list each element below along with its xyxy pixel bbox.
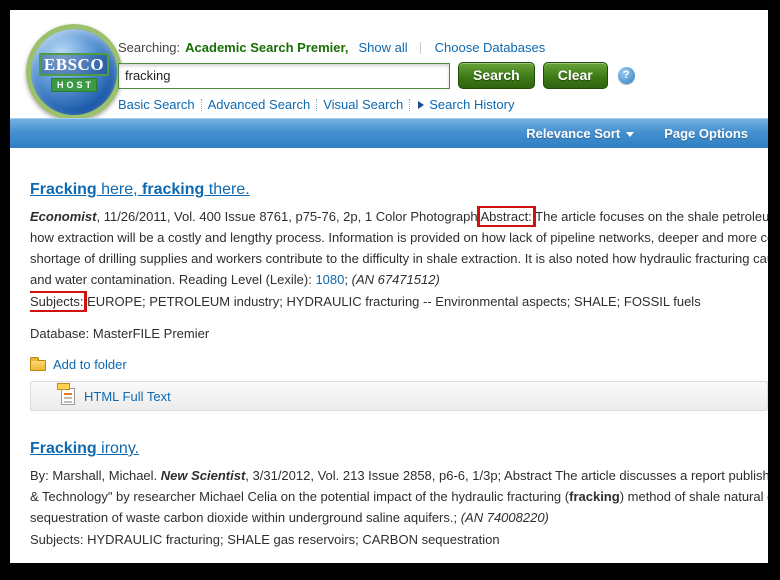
text-segment: shortage of drilling supplies and worker…	[30, 251, 768, 266]
divider	[420, 42, 421, 54]
result-item: Fracking irony. By: Marshall, Michael. N…	[30, 440, 768, 563]
ebsco-search-page: EBSCO HOST Searching: Academic Search Pr…	[10, 10, 768, 563]
basic-search-link[interactable]: Basic Search	[118, 97, 195, 112]
text-segment: ;	[344, 272, 351, 287]
add-to-folder-label: Add to folder	[53, 357, 127, 372]
divider	[201, 99, 202, 111]
text-segment: , 11/26/2011, Vol. 400 Issue 8761, p75-7…	[96, 209, 480, 224]
full-text-bar: HTML Full Text	[30, 381, 768, 411]
annotated-label: Subjects:	[30, 294, 83, 309]
subjects-line: Subjects: HYDRAULIC fracturing; SHALE ga…	[30, 529, 768, 550]
result-title-link[interactable]: Fracking here, fracking there.	[30, 181, 768, 199]
result-title-link[interactable]: Fracking irony.	[30, 440, 768, 458]
text-segment: Fracking	[30, 440, 97, 457]
relevance-sort-dropdown[interactable]: Relevance Sort	[526, 126, 634, 141]
text-segment: EUROPE; PETROLEUM industry; HYDRAULIC fr…	[83, 294, 700, 309]
visual-search-link[interactable]: Visual Search	[323, 97, 403, 112]
text-segment: The article focuses on the shale petrole…	[532, 209, 768, 224]
logo-host-text: HOST	[51, 78, 97, 92]
result-item: Fracking here, fracking there. Economist…	[30, 181, 768, 411]
text-segment: Subjects: HYDRAULIC fracturing; SHALE ga…	[30, 532, 500, 547]
text-segment: By: Marshall, Michael.	[30, 468, 161, 483]
text-segment: how extraction will be a costly and leng…	[30, 230, 768, 245]
divider	[316, 99, 317, 111]
chevron-down-icon	[626, 132, 634, 137]
text-segment: & Technology" by researcher Michael Celi…	[30, 489, 569, 504]
database-scope-label: Academic Search Premier,	[185, 40, 348, 55]
text-segment: Fracking	[30, 181, 97, 198]
annotated-label: Abstract:	[481, 209, 532, 224]
inline-link[interactable]: 1080	[315, 272, 344, 287]
search-mode-nav: Basic Search Advanced Search Visual Sear…	[118, 97, 635, 112]
clear-button[interactable]: Clear	[543, 62, 608, 89]
arrow-right-icon	[418, 101, 424, 109]
text-segment: ) method of shale natural gas pr	[620, 489, 768, 504]
citation-line: shortage of drilling supplies and worker…	[30, 248, 768, 269]
page-options-label: Page Options	[664, 126, 748, 141]
results-list: Fracking here, fracking there. Economist…	[10, 148, 768, 563]
text-segment: New Scientist	[161, 468, 246, 483]
folder-icon	[30, 360, 46, 371]
searching-row: Searching: Academic Search Premier, Show…	[118, 40, 635, 55]
searching-label: Searching:	[118, 40, 180, 55]
text-segment: (AN 74008220)	[461, 510, 549, 525]
database-line: Database: MasterFILE Premier	[30, 326, 768, 341]
search-input[interactable]	[118, 63, 450, 89]
search-history-link[interactable]: Search History	[429, 97, 514, 112]
citation-line: & Technology" by researcher Michael Celi…	[30, 486, 768, 507]
results-toolbar: Relevance Sort Page Options	[10, 118, 768, 148]
citation-line: Economist, 11/26/2011, Vol. 400 Issue 87…	[30, 206, 768, 227]
citation-block: Economist, 11/26/2011, Vol. 400 Issue 87…	[30, 206, 768, 290]
header-main: Searching: Academic Search Premier, Show…	[118, 40, 635, 112]
citation-line: and water contamination. Reading Level (…	[30, 269, 768, 290]
show-all-link[interactable]: Show all	[358, 40, 407, 55]
citation-line: how extraction will be a costly and leng…	[30, 227, 768, 248]
divider	[409, 99, 410, 111]
text-segment: sequestration of waste carbon dioxide wi…	[30, 510, 461, 525]
logo-ebsco-text: EBSCO	[39, 53, 109, 76]
help-icon[interactable]: ?	[618, 67, 635, 84]
text-segment: fracking	[142, 181, 204, 198]
screenshot-frame: EBSCO HOST Searching: Academic Search Pr…	[0, 0, 780, 580]
text-segment: , 3/31/2012, Vol. 213 Issue 2858, p6-6, …	[245, 468, 768, 483]
citation-line: sequestration of waste carbon dioxide wi…	[30, 507, 768, 528]
header: EBSCO HOST Searching: Academic Search Pr…	[10, 10, 768, 118]
text-segment: and water contamination. Reading Level (…	[30, 272, 315, 287]
ebscohost-logo[interactable]: EBSCO HOST	[26, 24, 122, 120]
page-options-button[interactable]: Page Options	[664, 126, 748, 141]
advanced-search-link[interactable]: Advanced Search	[208, 97, 311, 112]
text-segment: (AN 67471512)	[352, 272, 440, 287]
text-segment: there.	[204, 181, 249, 198]
subjects-line: Subjects: EUROPE; PETROLEUM industry; HY…	[30, 291, 768, 312]
html-document-icon	[61, 388, 75, 405]
citation-line: By: Marshall, Michael. New Scientist, 3/…	[30, 465, 768, 486]
text-segment: here,	[97, 181, 142, 198]
search-button[interactable]: Search	[458, 62, 535, 89]
add-to-folder-button[interactable]: Add to folder	[30, 357, 768, 372]
text-segment: Economist	[30, 209, 96, 224]
citation-block: By: Marshall, Michael. New Scientist, 3/…	[30, 465, 768, 528]
choose-databases-link[interactable]: Choose Databases	[435, 40, 546, 55]
search-row: Search Clear ?	[118, 62, 635, 89]
html-tag-icon	[57, 383, 70, 390]
html-full-text-link[interactable]: HTML Full Text	[84, 389, 171, 404]
relevance-sort-label: Relevance Sort	[526, 126, 620, 141]
text-segment: fracking	[569, 489, 620, 504]
text-segment: irony.	[97, 440, 139, 457]
